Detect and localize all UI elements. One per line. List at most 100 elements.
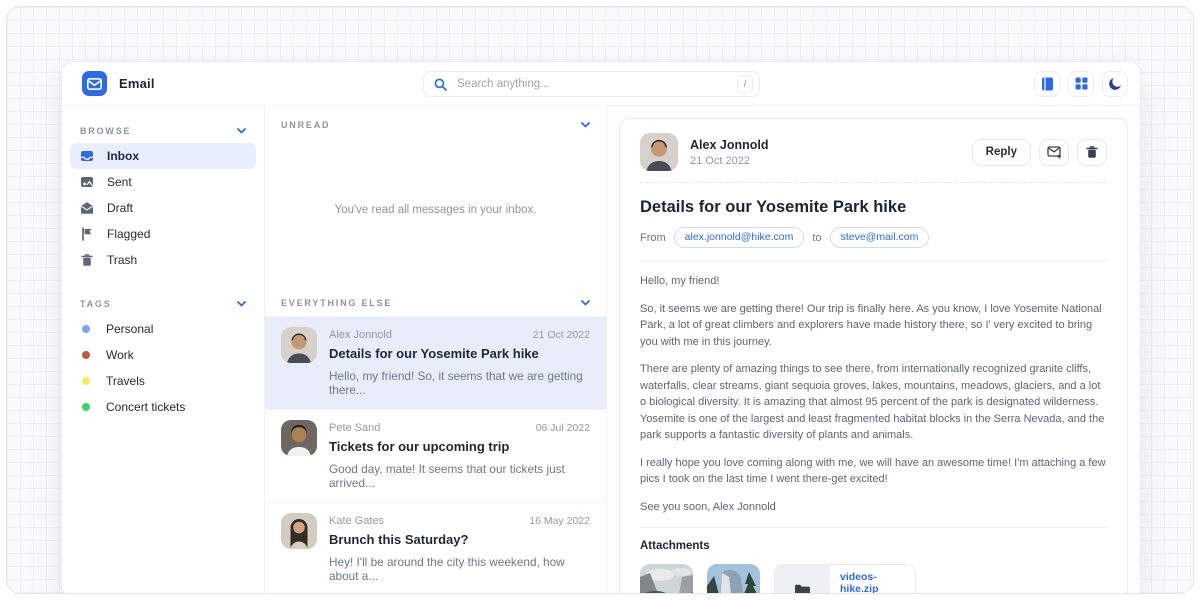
tag-color-dot <box>82 351 90 359</box>
search-icon <box>434 78 447 91</box>
photo-attachment-thumbnail[interactable] <box>640 564 693 594</box>
email-list-item[interactable]: Pete Sand 06 Jul 2022 Tickets for our up… <box>265 410 606 503</box>
page-backdrop: Email / <box>6 6 1194 594</box>
email-list-item[interactable]: Alex Jonnold 21 Oct 2022 Details for our… <box>265 317 606 410</box>
app-logo <box>82 71 107 96</box>
everything-else-section-header[interactable]: EVERYTHING ELSE <box>265 284 606 316</box>
tag-color-dot <box>82 325 90 333</box>
tag-item-work[interactable]: Work <box>70 342 256 368</box>
unread-section-header[interactable]: UNREAD <box>265 106 606 138</box>
email-date: 06 Jul 2022 <box>536 422 590 434</box>
email-detail-pane: Alex Jonnold 21 Oct 2022 Reply <box>607 106 1140 594</box>
sidebar-item-label: Inbox <box>107 149 139 163</box>
sidebar-item-label: Flagged <box>107 227 150 241</box>
body-paragraph: I really hope you love coming along with… <box>640 455 1107 488</box>
moon-icon <box>1109 77 1122 90</box>
chevron-down-icon[interactable] <box>581 122 590 128</box>
email-list-item[interactable]: Kate Gates 16 May 2022 Brunch this Satur… <box>265 503 606 594</box>
everything-else-label: EVERYTHING ELSE <box>281 298 392 308</box>
tag-item-concert-tickets[interactable]: Concert tickets <box>70 394 256 420</box>
sidebar-item-sent[interactable]: Sent <box>70 169 256 195</box>
tag-item-travels[interactable]: Travels <box>70 368 256 394</box>
unread-section: UNREAD You've read all messages in your … <box>265 106 606 284</box>
email-sender: Kate Gates <box>329 515 384 527</box>
email-date: 16 May 2022 <box>529 515 590 527</box>
email-sender: Alex Jonnold <box>329 329 392 341</box>
reply-button[interactable]: Reply <box>972 139 1031 166</box>
tag-label: Work <box>106 348 134 362</box>
from-to-row: From alex.jonnold@hike.com to steve@mail… <box>640 227 1107 248</box>
avatar <box>281 327 317 363</box>
email-sender: Pete Sand <box>329 422 380 434</box>
file-icon-zone <box>775 565 830 594</box>
body-paragraph: There are plenty of amazing things to se… <box>640 361 1107 444</box>
sidebar-item-label: Trash <box>107 253 137 267</box>
from-email-pill[interactable]: alex.jonnold@hike.com <box>674 227 805 248</box>
folder-icon <box>794 584 811 595</box>
body-divider <box>640 260 1107 261</box>
detail-sender-name: Alex Jonnold <box>690 138 768 152</box>
email-app-window: Email / <box>61 61 1141 594</box>
tag-label: Concert tickets <box>106 400 185 414</box>
file-name: videos-hike.zip <box>840 571 915 594</box>
email-subject: Brunch this Saturday? <box>329 532 590 547</box>
apps-grid-button[interactable] <box>1068 71 1094 97</box>
chevron-down-icon[interactable] <box>237 301 246 307</box>
tag-label: Travels <box>106 374 145 388</box>
tags-section-header[interactable]: TAGS <box>70 291 256 316</box>
notebook-button[interactable] <box>1034 71 1060 97</box>
attachments-row: videos-hike.zip 100 MB <box>640 564 1107 594</box>
detail-header: Alex Jonnold 21 Oct 2022 Reply <box>640 133 1107 171</box>
sidebar-item-flagged[interactable]: Flagged <box>70 221 256 247</box>
delete-button[interactable] <box>1077 139 1107 166</box>
email-preview: Hey! I'll be around the city this weeken… <box>329 555 590 583</box>
notebook-icon <box>1041 77 1054 91</box>
trash-icon <box>1085 145 1099 159</box>
chevron-down-icon[interactable] <box>581 300 590 306</box>
search-bar[interactable]: / <box>423 71 760 97</box>
tag-label: Personal <box>106 322 153 336</box>
app-title: Email <box>119 76 155 91</box>
mail-open-icon <box>80 201 94 215</box>
file-meta: videos-hike.zip 100 MB <box>830 565 915 594</box>
dark-mode-button[interactable] <box>1102 71 1128 97</box>
email-subject: Tickets for our upcoming trip <box>329 439 590 454</box>
apps-grid-icon <box>1075 77 1088 90</box>
email-date: 21 Oct 2022 <box>533 329 590 341</box>
email-list-column: UNREAD You've read all messages in your … <box>264 106 607 594</box>
sidebar-item-draft[interactable]: Draft <box>70 195 256 221</box>
avatar <box>281 420 317 456</box>
email-preview: Hello, my friend! So, it seems that we a… <box>329 369 590 397</box>
detail-date: 21 Oct 2022 <box>690 155 768 167</box>
envelope-icon <box>87 78 102 90</box>
tags-label: TAGS <box>80 299 112 309</box>
sidebar-item-label: Sent <box>107 175 132 189</box>
avatar <box>640 133 678 171</box>
to-label: to <box>812 232 821 244</box>
unread-empty-message: You've read all messages in your inbox. <box>265 204 606 216</box>
tag-color-dot <box>82 403 90 411</box>
avatar <box>281 513 317 549</box>
sidebar-item-inbox[interactable]: Inbox <box>70 143 256 169</box>
tag-item-personal[interactable]: Personal <box>70 316 256 342</box>
main-layout: BROWSE Inbox <box>62 106 1140 594</box>
sidebar-item-trash[interactable]: Trash <box>70 247 256 273</box>
search-input[interactable] <box>455 77 729 91</box>
top-bar-actions <box>1034 71 1128 97</box>
sidebar-item-label: Draft <box>107 201 133 215</box>
email-items: Alex Jonnold 21 Oct 2022 Details for our… <box>265 316 606 594</box>
search-shortcut-key: / <box>737 75 753 93</box>
header-divider <box>640 182 1107 183</box>
inbox-icon <box>80 149 94 163</box>
forward-mail-button[interactable] <box>1039 139 1069 166</box>
browse-section-header[interactable]: BROWSE <box>70 118 256 143</box>
photo-attachment-thumbnail[interactable] <box>707 564 760 594</box>
browse-label: BROWSE <box>80 126 131 136</box>
chevron-down-icon[interactable] <box>237 128 246 134</box>
detail-actions: Reply <box>972 139 1107 166</box>
email-preview: Good day, mate! It seems that our ticket… <box>329 462 590 490</box>
to-email-pill[interactable]: steve@mail.com <box>830 227 930 248</box>
file-attachment-card[interactable]: videos-hike.zip 100 MB <box>774 564 916 594</box>
from-label: From <box>640 232 666 244</box>
email-body: Hello, my friend! So, it seems we are ge… <box>640 273 1107 515</box>
